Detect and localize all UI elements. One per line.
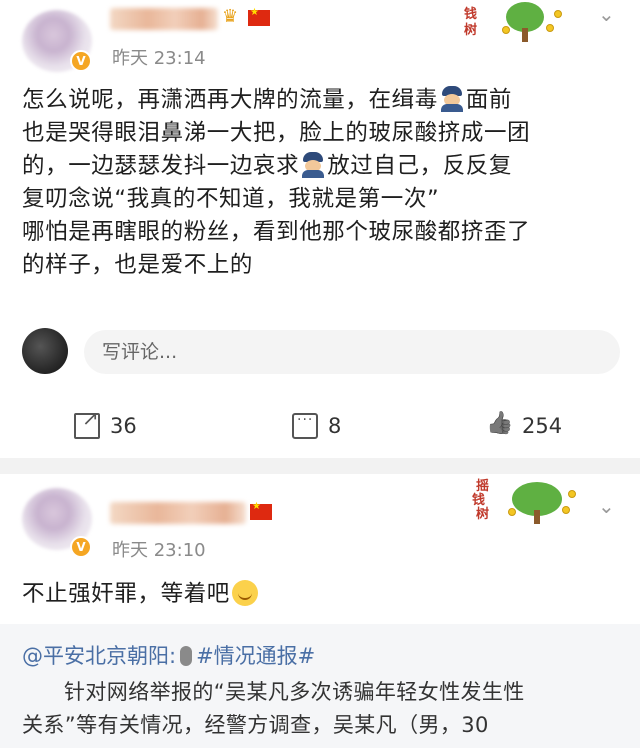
comment-input[interactable]: 写评论... <box>84 330 620 374</box>
quoted-text: 针对网络举报的“吴某凡多次诱骗年轻女性发生性 关系”等有关情况，经警方调查，吴某… <box>22 680 525 737</box>
share-icon <box>74 406 100 439</box>
comment-count: 8 <box>328 414 342 438</box>
verified-badge-icon: V <box>70 536 92 558</box>
commenter-avatar[interactable] <box>22 328 68 374</box>
police-emoji-icon <box>300 152 326 178</box>
flag-icon <box>248 7 270 26</box>
username-blurred[interactable] <box>110 8 218 30</box>
flag-icon <box>250 501 272 520</box>
verified-badge-icon: V <box>70 50 92 72</box>
comment-icon <box>292 412 318 439</box>
post-timestamp: 昨天 23:10 <box>112 540 206 561</box>
share-count: 36 <box>110 414 137 438</box>
money-tree-badge-icon: 钱 树 <box>462 2 572 46</box>
post-card-1: V ♛ 昨天 23:14 钱 树 ⌄ 怎么说呢，再潇洒再大牌的流量，在缉毒面前 … <box>0 0 640 458</box>
chevron-down-icon[interactable]: ⌄ <box>598 2 615 26</box>
mention-link[interactable]: @平安北京朝阳: <box>22 644 176 668</box>
username-blurred[interactable] <box>110 502 246 524</box>
emoji-icon <box>231 580 258 606</box>
topic-link[interactable]: #情况通报# <box>196 644 315 668</box>
post-timestamp: 昨天 23:14 <box>112 48 206 69</box>
chevron-down-icon[interactable]: ⌄ <box>598 494 615 518</box>
repost-header: @平安北京朝阳: #情况通报# <box>22 640 315 670</box>
like-count: 254 <box>522 414 563 438</box>
crown-icon: ♛ <box>222 6 239 27</box>
comment-button[interactable]: 8 <box>292 408 341 444</box>
share-button[interactable]: 36 <box>74 406 137 444</box>
post-body: 怎么说呢，再潇洒再大牌的流量，在缉毒 面前 也是哭得眼泪鼻涕一大把，脸上的玻尿酸挤… <box>22 86 531 278</box>
like-button[interactable]: 254 <box>486 408 562 444</box>
like-icon <box>486 413 512 439</box>
money-tree-badge-icon: 摇 钱 树 <box>472 480 582 524</box>
police-emoji-icon <box>439 86 465 112</box>
post-body: 不止强奸罪，等着吧 <box>22 578 622 611</box>
microphone-icon <box>180 646 193 666</box>
